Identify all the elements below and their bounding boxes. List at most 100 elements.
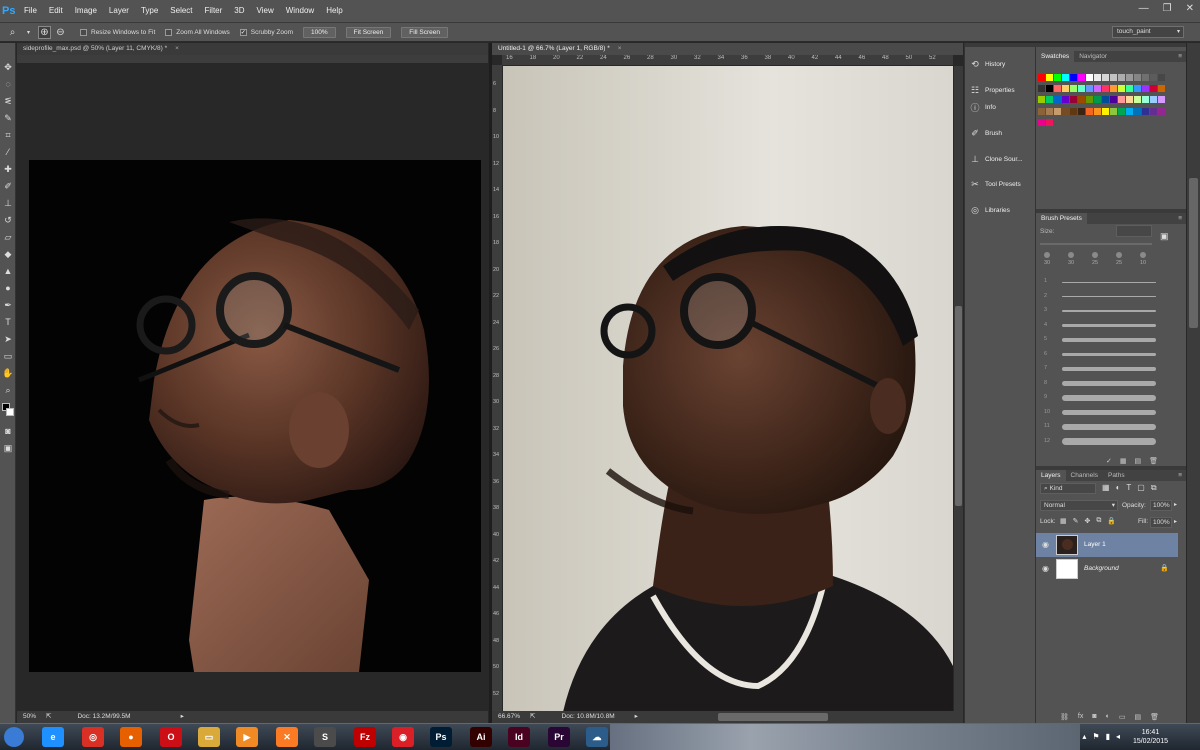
filter-adjustment-icon[interactable]: ◐ [1116,483,1121,493]
panels-scroll-thumb[interactable] [1189,178,1198,328]
doc1-close-icon[interactable]: × [175,45,179,52]
menu-filter[interactable]: Filter [199,0,229,22]
brush-tip[interactable]: 30 [1064,252,1078,272]
brush-size-input[interactable] [1116,225,1152,237]
brush-stroke-row[interactable]: 8 [1040,377,1166,391]
swatch-27[interactable] [1126,85,1133,93]
menu-help[interactable]: Help [320,0,348,22]
network-app-icon[interactable]: ☁ [586,727,608,747]
media-player-icon[interactable]: ▶ [236,727,258,747]
visibility-eye-icon[interactable]: ◉ [1042,564,1049,573]
swatch-49[interactable] [1046,107,1053,115]
start-orb-icon[interactable] [4,727,24,747]
screen-mode-icon[interactable]: ▣ [2,442,14,454]
doc1-share-icon[interactable]: ⇱ [46,711,51,723]
swatch-60[interactable] [1134,107,1141,115]
layers-menu-icon[interactable]: ≡ [1178,470,1186,481]
brush-presets-menu-icon[interactable]: ≡ [1178,213,1186,224]
xampp-icon[interactable]: ✕ [276,727,298,747]
firefox-icon[interactable]: ● [120,727,142,747]
swatch-52[interactable] [1070,107,1077,115]
swatch-36[interactable] [1070,96,1077,104]
doc2-canvas[interactable] [503,66,953,712]
new-layer-icon[interactable]: ▤ [1134,713,1141,721]
swatch-12[interactable] [1134,74,1141,81]
swatch-9[interactable] [1110,74,1117,81]
swatch-16[interactable] [1038,85,1045,93]
swatch-58[interactable] [1118,107,1125,115]
opera-icon[interactable]: O [160,727,182,747]
dock-properties[interactable]: ☷ Properties [969,83,1015,97]
swatch-4[interactable] [1070,74,1077,81]
layer-name[interactable]: Layer 1 [1084,541,1106,548]
dock-clone-source[interactable]: ⊥ Clone Sour... [969,152,1023,166]
swatch-21[interactable] [1078,85,1085,93]
swatch-35[interactable] [1062,96,1069,104]
move-tool-icon[interactable]: ✥ [2,61,14,73]
swatch-18[interactable] [1054,85,1061,93]
lock-position-icon[interactable]: ✥ [1085,517,1091,525]
marquee-tool-icon[interactable]: ◌ [2,78,14,90]
brush-tip[interactable]: 25 [1112,252,1126,272]
swatch-48[interactable] [1038,107,1045,115]
swatch-43[interactable] [1126,96,1133,104]
history-brush-tool-icon[interactable]: ↺ [2,214,14,226]
swatch-2[interactable] [1054,74,1061,81]
brush-stroke-row[interactable]: 6 [1040,348,1166,362]
eyedropper-tool-icon[interactable]: ⁄ [2,146,14,158]
doc2-zoom-value[interactable]: 66.67% [498,711,520,723]
swatch-50[interactable] [1054,107,1061,115]
paint-bucket-tool-icon[interactable]: ◆ [2,248,14,260]
swatch-30[interactable] [1150,85,1157,93]
premiere-icon[interactable]: Pr [548,727,570,747]
resize-windows-checkbox[interactable]: Resize Windows to Fit [80,28,155,36]
swatch-13[interactable] [1142,74,1149,81]
doc2-status-arrow-icon[interactable]: ▸ [635,711,638,723]
illustrator-icon[interactable]: Ai [470,727,492,747]
swatch-54[interactable] [1086,107,1093,115]
healing-brush-tool-icon[interactable]: ✚ [2,163,14,175]
tab-brush-presets[interactable]: Brush Presets [1036,213,1087,224]
filezilla-icon[interactable]: Fz [354,727,376,747]
doc1-tab[interactable]: sideprofile_max.psd @ 50% (Layer 11, CMY… [17,43,488,55]
system-clock[interactable]: 16:41 15/02/2015 [1133,728,1168,746]
new-group-icon[interactable]: ▭ [1119,713,1126,721]
flag-icon[interactable]: ⚑ [1092,732,1099,741]
color-swatches-icon[interactable] [2,403,14,417]
swatch-24[interactable] [1102,85,1109,93]
swatch-32[interactable] [1038,96,1045,104]
brush-stroke-row[interactable]: 10 [1040,406,1166,420]
pen-tool-icon[interactable]: ✒ [2,299,14,311]
dock-history[interactable]: ⟲ History [969,57,1005,71]
layer-row-layer-1[interactable]: ◉ Layer 1 [1036,533,1178,557]
swatches-menu-icon[interactable]: ≡ [1178,51,1186,62]
photoshop-icon[interactable]: Ps [430,727,452,747]
restore-button[interactable]: ❐ [1163,3,1172,14]
layer-filter-kind-select[interactable]: ⌕ Kind [1040,483,1096,494]
brush-stroke-row[interactable]: 3 [1040,304,1166,318]
blend-mode-select[interactable]: Normal ▾ [1040,500,1118,511]
lock-transparency-icon[interactable]: ▦ [1060,517,1067,525]
eraser-tool-icon[interactable]: ▱ [2,231,14,243]
swatch-59[interactable] [1126,107,1133,115]
swatch-0[interactable] [1038,74,1045,81]
swatch-47[interactable] [1158,96,1165,104]
type-tool-icon[interactable]: T [2,316,14,328]
swatch-41[interactable] [1110,96,1117,104]
doc2-horizontal-scroll-thumb[interactable] [717,713,828,721]
swatch-42[interactable] [1118,96,1125,104]
swatch-33[interactable] [1046,96,1053,104]
brush-tip[interactable]: 10 [1136,252,1150,272]
doc2-tab[interactable]: Untitled-1 @ 66.7% (Layer 1, RGB/8) * × [492,43,963,55]
swatch-1[interactable] [1046,74,1053,81]
layer-name[interactable]: Background [1084,565,1119,572]
crop-tool-icon[interactable]: ⌗ [2,129,14,141]
layer-row-background[interactable]: ◉ Background 🔒 [1036,557,1178,581]
swatch-56[interactable] [1102,107,1109,115]
sublime-icon[interactable]: S [314,727,336,747]
brush-stroke-row[interactable]: 1 [1040,275,1166,289]
swatch-61[interactable] [1142,107,1149,115]
tab-layers[interactable]: Layers [1036,470,1066,481]
quick-select-tool-icon[interactable]: ✎ [2,112,14,124]
menu-select[interactable]: Select [164,0,198,22]
